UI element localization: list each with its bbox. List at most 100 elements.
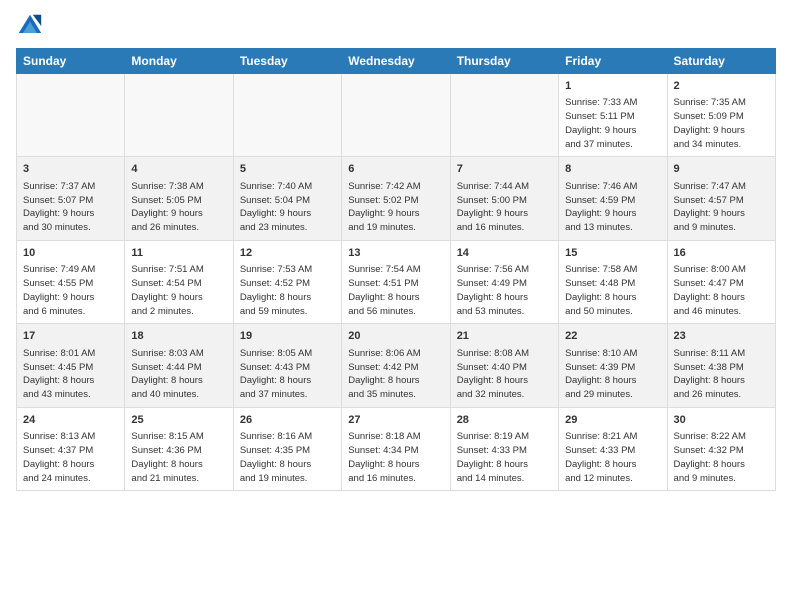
calendar-cell: 6Sunrise: 7:42 AMSunset: 5:02 PMDaylight… (342, 157, 450, 240)
calendar-cell: 21 Sunrise: 8:08 AMSunset: 4:40 PMDayligh… (450, 324, 558, 407)
calendar-cell (233, 74, 341, 157)
day-number: 4 (131, 162, 226, 177)
day-info: Sunrise: 7:49 AMSunset: 4:55 PMDaylight:… (23, 263, 118, 318)
day-number: 29 (565, 413, 660, 428)
calendar-cell: 3 Sunrise: 7:37 AMSunset: 5:07 PMDaylight… (17, 157, 125, 240)
weekday-header-tuesday: Tuesday (233, 49, 341, 74)
calendar-cell: 7 Sunrise: 7:44 AMSunset: 5:00 PMDaylight… (450, 157, 558, 240)
day-number: 9 (674, 162, 769, 177)
day-number: 21 (457, 329, 552, 344)
week-row-2: 3 Sunrise: 7:37 AMSunset: 5:07 PMDaylight… (17, 157, 776, 240)
day-info: Sunrise: 8:21 AMSunset: 4:33 PMDaylight:… (565, 430, 660, 485)
day-number: 23 (674, 329, 769, 344)
calendar-cell: 20 Sunrise: 8:06 AMSunset: 4:42 PMDayligh… (342, 324, 450, 407)
day-info: Sunrise: 8:22 AMSunset: 4:32 PMDaylight:… (674, 430, 769, 485)
calendar-cell: 25Sunrise: 8:15 AMSunset: 4:36 PMDayligh… (125, 407, 233, 490)
calendar-cell (125, 74, 233, 157)
day-number: 5 (240, 162, 335, 177)
day-info: Sunrise: 7:46 AMSunset: 4:59 PMDaylight:… (565, 180, 660, 235)
weekday-header-wednesday: Wednesday (342, 49, 450, 74)
calendar-header: SundayMondayTuesdayWednesdayThursdayFrid… (17, 49, 776, 74)
calendar-cell: 27 Sunrise: 8:18 AMSunset: 4:34 PMDayligh… (342, 407, 450, 490)
day-info: Sunrise: 7:53 AMSunset: 4:52 PMDaylight:… (240, 263, 335, 318)
calendar-cell: 16 Sunrise: 8:00 AMSunset: 4:47 PMDayligh… (667, 240, 775, 323)
day-info: Sunrise: 7:40 AMSunset: 5:04 PMDaylight:… (240, 180, 335, 235)
logo (16, 12, 48, 40)
day-info: Sunrise: 8:19 AMSunset: 4:33 PMDaylight:… (457, 430, 552, 485)
day-info: Sunrise: 8:00 AMSunset: 4:47 PMDaylight:… (674, 263, 769, 318)
day-number: 3 (23, 162, 118, 177)
calendar-cell: 11 Sunrise: 7:51 AMSunset: 4:54 PMDayligh… (125, 240, 233, 323)
calendar-cell: 8 Sunrise: 7:46 AMSunset: 4:59 PMDaylight… (559, 157, 667, 240)
calendar-cell: 22 Sunrise: 8:10 AMSunset: 4:39 PMDayligh… (559, 324, 667, 407)
day-number: 16 (674, 246, 769, 261)
calendar-cell: 26Sunrise: 8:16 AMSunset: 4:35 PMDayligh… (233, 407, 341, 490)
day-number: 17 (23, 329, 118, 344)
day-info: Sunrise: 7:35 AMSunset: 5:09 PMDaylight:… (674, 96, 769, 151)
day-number: 1 (565, 79, 660, 94)
calendar-cell: 4 Sunrise: 7:38 AMSunset: 5:05 PMDaylight… (125, 157, 233, 240)
calendar-cell: 28Sunrise: 8:19 AMSunset: 4:33 PMDayligh… (450, 407, 558, 490)
calendar-cell (17, 74, 125, 157)
weekday-header-sunday: Sunday (17, 49, 125, 74)
day-number: 18 (131, 329, 226, 344)
calendar-cell: 5 Sunrise: 7:40 AMSunset: 5:04 PMDaylight… (233, 157, 341, 240)
day-number: 26 (240, 413, 335, 428)
day-info: Sunrise: 8:03 AMSunset: 4:44 PMDaylight:… (131, 347, 226, 402)
week-row-1: 1Sunrise: 7:33 AMSunset: 5:11 PMDaylight… (17, 74, 776, 157)
calendar-cell: 18 Sunrise: 8:03 AMSunset: 4:44 PMDayligh… (125, 324, 233, 407)
calendar-cell: 2 Sunrise: 7:35 AMSunset: 5:09 PMDaylight… (667, 74, 775, 157)
day-number: 2 (674, 79, 769, 94)
day-info: Sunrise: 7:54 AMSunset: 4:51 PMDaylight:… (348, 263, 443, 318)
calendar-cell: 9Sunrise: 7:47 AMSunset: 4:57 PMDaylight… (667, 157, 775, 240)
calendar-cell: 19Sunrise: 8:05 AMSunset: 4:43 PMDayligh… (233, 324, 341, 407)
day-number: 13 (348, 246, 443, 261)
calendar-cell: 13 Sunrise: 7:54 AMSunset: 4:51 PMDayligh… (342, 240, 450, 323)
calendar-cell: 24 Sunrise: 8:13 AMSunset: 4:37 PMDayligh… (17, 407, 125, 490)
day-number: 8 (565, 162, 660, 177)
day-number: 10 (23, 246, 118, 261)
day-info: Sunrise: 7:51 AMSunset: 4:54 PMDaylight:… (131, 263, 226, 318)
day-info: Sunrise: 7:44 AMSunset: 5:00 PMDaylight:… (457, 180, 552, 235)
logo-icon (16, 12, 44, 40)
day-number: 24 (23, 413, 118, 428)
calendar-cell: 10 Sunrise: 7:49 AMSunset: 4:55 PMDayligh… (17, 240, 125, 323)
weekday-header-friday: Friday (559, 49, 667, 74)
day-number: 27 (348, 413, 443, 428)
calendar-cell: 14 Sunrise: 7:56 AMSunset: 4:49 PMDayligh… (450, 240, 558, 323)
day-info: Sunrise: 7:56 AMSunset: 4:49 PMDaylight:… (457, 263, 552, 318)
calendar-cell: 17Sunrise: 8:01 AMSunset: 4:45 PMDayligh… (17, 324, 125, 407)
day-number: 22 (565, 329, 660, 344)
calendar-cell: 15Sunrise: 7:58 AMSunset: 4:48 PMDayligh… (559, 240, 667, 323)
weekday-row: SundayMondayTuesdayWednesdayThursdayFrid… (17, 49, 776, 74)
day-info: Sunrise: 8:18 AMSunset: 4:34 PMDaylight:… (348, 430, 443, 485)
calendar-cell: 30Sunrise: 8:22 AMSunset: 4:32 PMDayligh… (667, 407, 775, 490)
calendar-cell: 1Sunrise: 7:33 AMSunset: 5:11 PMDaylight… (559, 74, 667, 157)
day-number: 7 (457, 162, 552, 177)
calendar-cell: 29 Sunrise: 8:21 AMSunset: 4:33 PMDayligh… (559, 407, 667, 490)
day-info: Sunrise: 8:13 AMSunset: 4:37 PMDaylight:… (23, 430, 118, 485)
day-number: 14 (457, 246, 552, 261)
weekday-header-saturday: Saturday (667, 49, 775, 74)
day-info: Sunrise: 8:08 AMSunset: 4:40 PMDaylight:… (457, 347, 552, 402)
day-info: Sunrise: 8:06 AMSunset: 4:42 PMDaylight:… (348, 347, 443, 402)
calendar-body: 1Sunrise: 7:33 AMSunset: 5:11 PMDaylight… (17, 74, 776, 491)
day-info: Sunrise: 8:15 AMSunset: 4:36 PMDaylight:… (131, 430, 226, 485)
header (16, 12, 776, 40)
week-row-4: 17Sunrise: 8:01 AMSunset: 4:45 PMDayligh… (17, 324, 776, 407)
day-info: Sunrise: 7:37 AMSunset: 5:07 PMDaylight:… (23, 180, 118, 235)
week-row-5: 24 Sunrise: 8:13 AMSunset: 4:37 PMDayligh… (17, 407, 776, 490)
calendar-cell (450, 74, 558, 157)
calendar-table: SundayMondayTuesdayWednesdayThursdayFrid… (16, 48, 776, 491)
day-info: Sunrise: 7:58 AMSunset: 4:48 PMDaylight:… (565, 263, 660, 318)
day-info: Sunrise: 8:11 AMSunset: 4:38 PMDaylight:… (674, 347, 769, 402)
day-info: Sunrise: 8:10 AMSunset: 4:39 PMDaylight:… (565, 347, 660, 402)
day-number: 12 (240, 246, 335, 261)
day-number: 20 (348, 329, 443, 344)
day-number: 11 (131, 246, 226, 261)
day-info: Sunrise: 7:38 AMSunset: 5:05 PMDaylight:… (131, 180, 226, 235)
week-row-3: 10 Sunrise: 7:49 AMSunset: 4:55 PMDayligh… (17, 240, 776, 323)
day-number: 6 (348, 162, 443, 177)
calendar-cell: 12 Sunrise: 7:53 AMSunset: 4:52 PMDayligh… (233, 240, 341, 323)
weekday-header-monday: Monday (125, 49, 233, 74)
